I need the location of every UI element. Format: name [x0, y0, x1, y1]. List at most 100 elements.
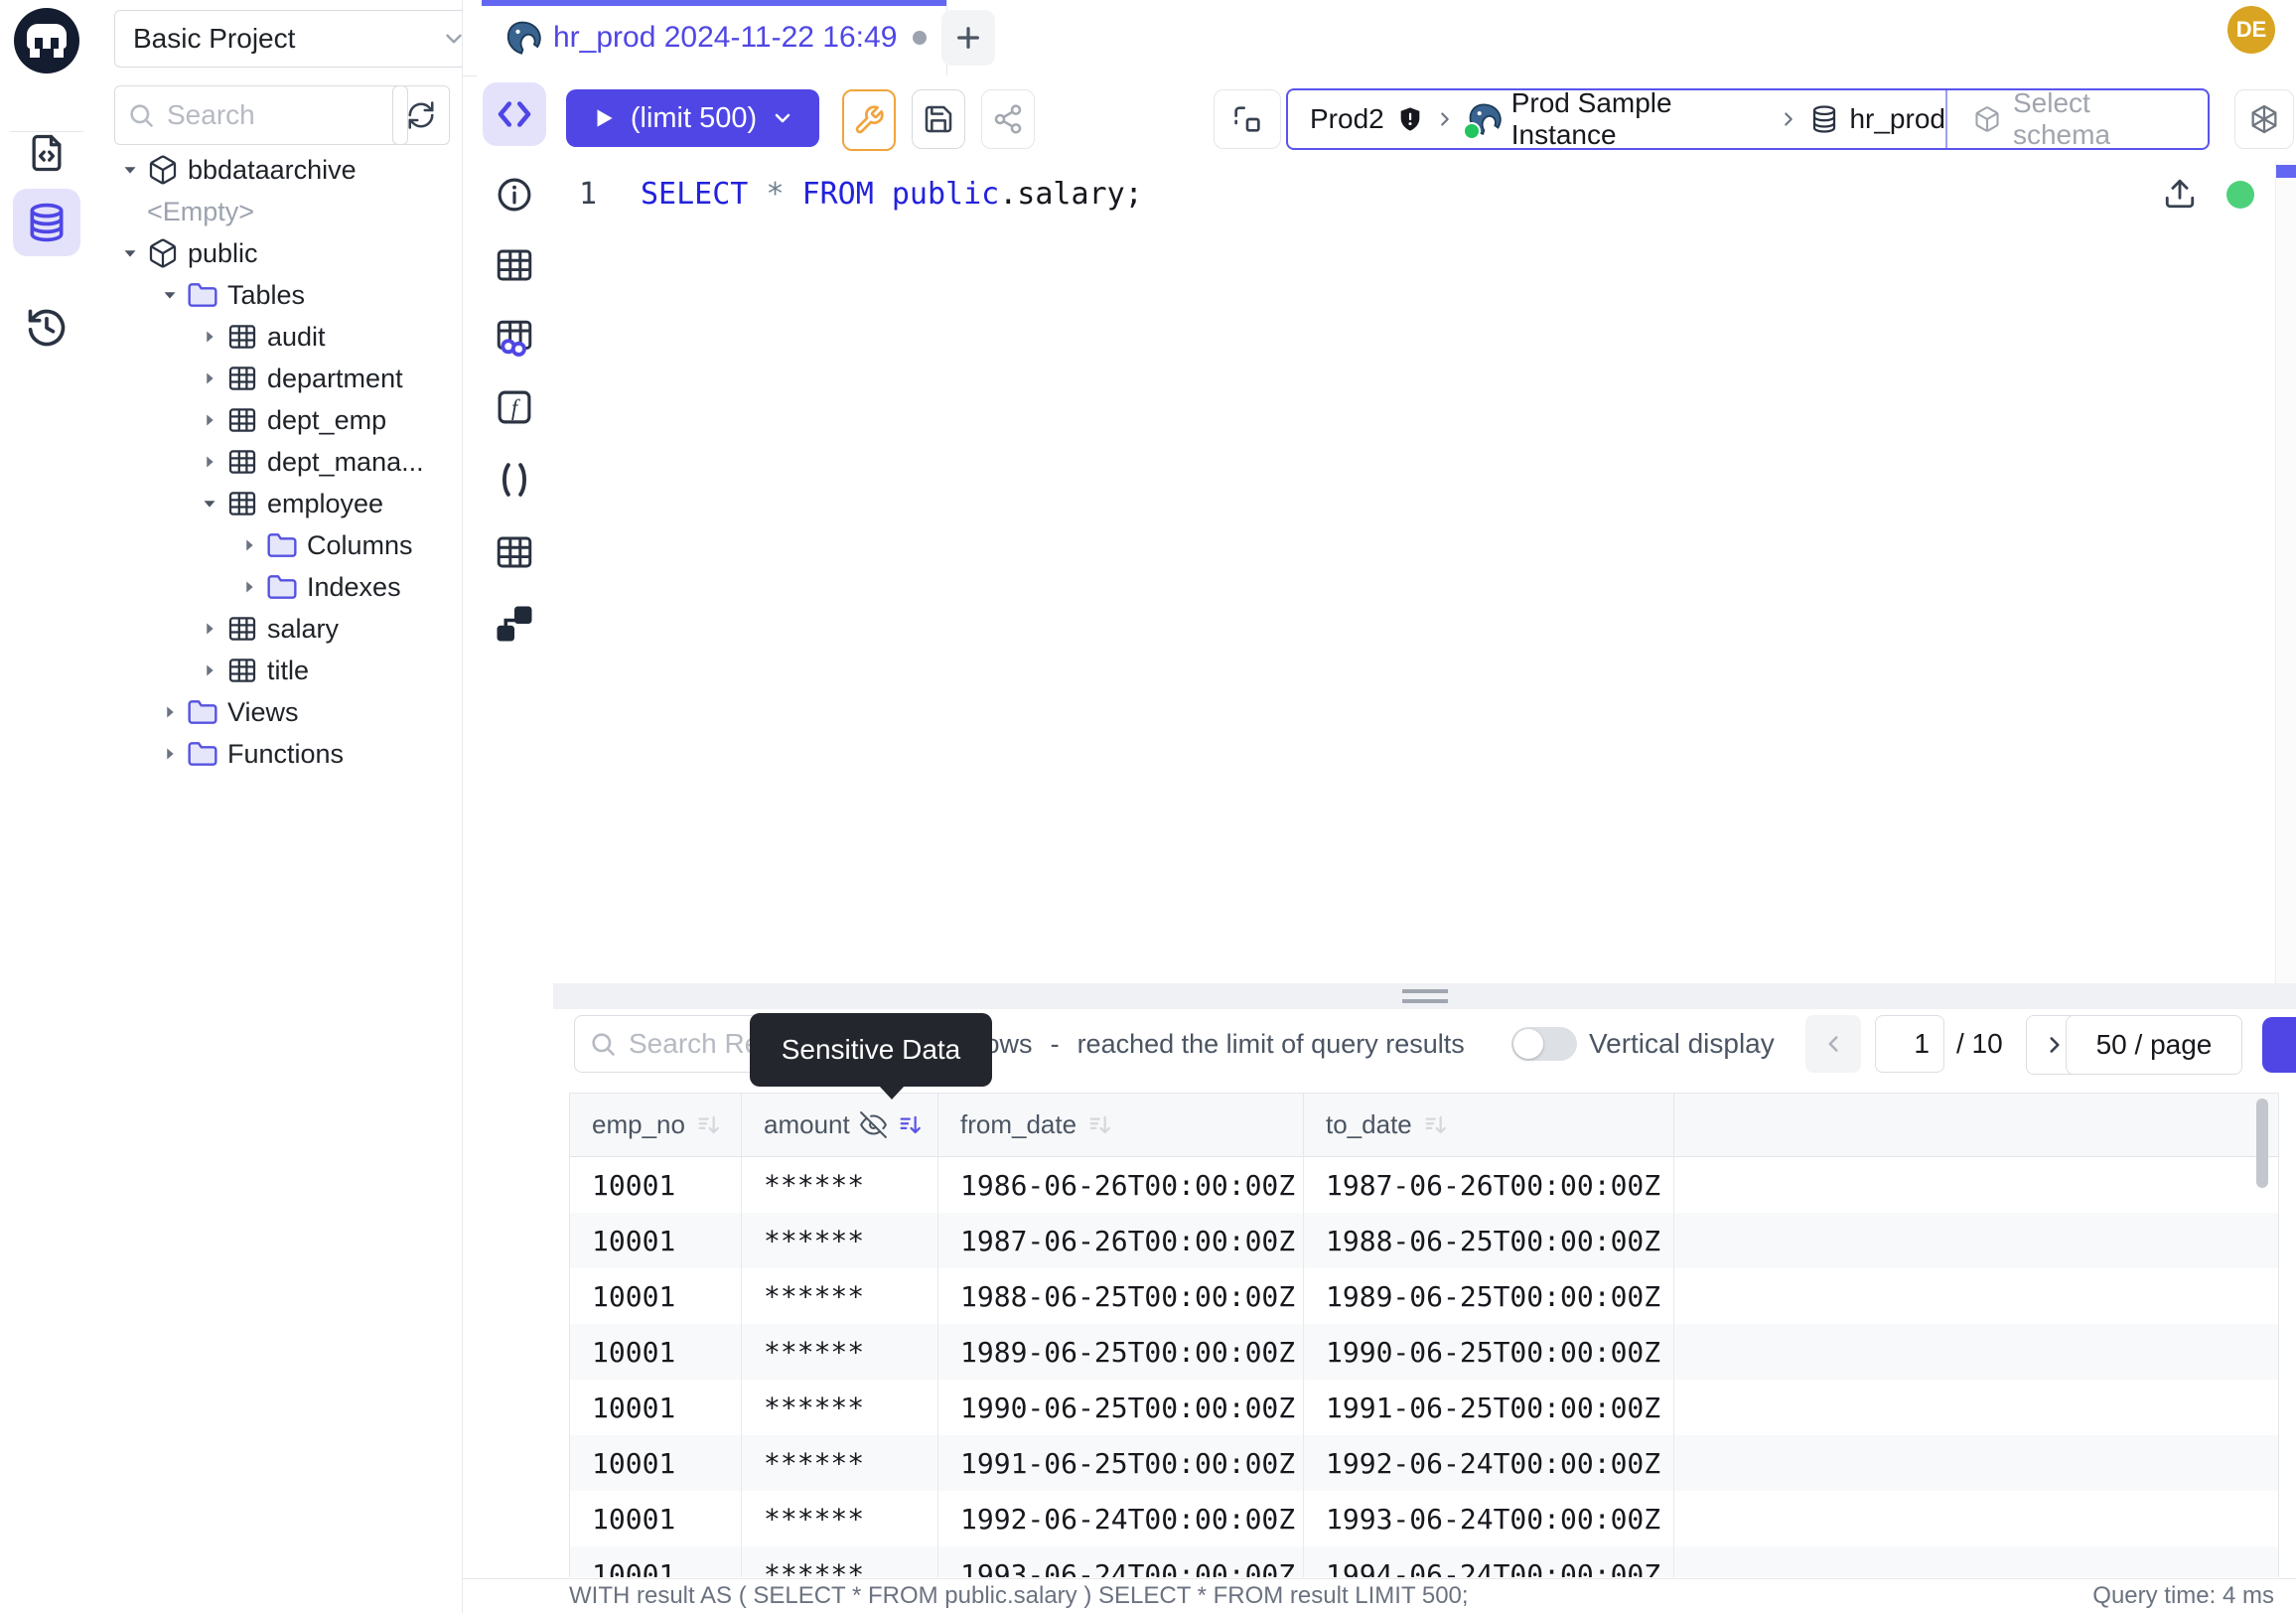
chevron-right-icon[interactable]: [199, 660, 220, 681]
editor-scrollbar[interactable]: [2275, 161, 2296, 983]
schema-diagram-panel-button[interactable]: [483, 592, 546, 656]
tree-item-views[interactable]: Views: [94, 691, 462, 733]
batch-query-button[interactable]: [1214, 89, 1281, 149]
sidebar-search: [114, 85, 408, 145]
chevron-right-icon[interactable]: [238, 534, 260, 556]
chevron-down-icon[interactable]: [119, 242, 141, 264]
chevron-down-icon[interactable]: [119, 159, 141, 181]
chevron-right-icon[interactable]: [199, 367, 220, 389]
column-header-emp_no[interactable]: emp_no: [570, 1094, 742, 1156]
tree-item-dept-mana[interactable]: dept_mana...: [94, 441, 462, 483]
tree-item-department[interactable]: department: [94, 358, 462, 399]
column-header-from_date[interactable]: from_date: [938, 1094, 1304, 1156]
database-nav-button[interactable]: [13, 189, 80, 256]
sql-editor[interactable]: 1SELECT * FROM public.salary;: [553, 161, 2296, 983]
column-header-amount[interactable]: amount: [742, 1094, 938, 1156]
editor-scrollbar-thumb[interactable]: [2276, 165, 2296, 178]
cell: 1992-06-24T00:00:00Z: [1304, 1435, 1674, 1491]
info-panel-button[interactable]: [483, 163, 546, 226]
tree-item-employee[interactable]: employee: [94, 483, 462, 524]
worksheet-file-nav-button[interactable]: [13, 119, 80, 187]
bytebase-logo-icon[interactable]: [14, 8, 79, 73]
run-query-button[interactable]: (limit 500): [566, 89, 819, 147]
chevron-right-icon[interactable]: [199, 409, 220, 431]
environment-label: Prod2: [1310, 103, 1384, 135]
sql-code-line: 1SELECT * FROM public.salary;: [575, 177, 1143, 212]
brackets-panel-button[interactable]: [483, 448, 546, 512]
share-icon: [992, 103, 1024, 135]
tree-item-bbdataarchive[interactable]: bbdataarchive: [94, 149, 462, 191]
cell: 1994-06-24T00:00:00Z: [1304, 1546, 1674, 1577]
code-panel-button[interactable]: [483, 82, 546, 146]
table-row[interactable]: 10001******1993-06-24T00:00:00Z1994-06-2…: [570, 1546, 2278, 1577]
chevron-down-icon[interactable]: [199, 493, 220, 514]
panel-splitter[interactable]: [553, 983, 2296, 1009]
tree-item-functions[interactable]: Functions: [94, 733, 462, 775]
cell: ******: [742, 1324, 938, 1380]
schema-select[interactable]: Select schema: [1945, 90, 2208, 148]
cell-filler: [1674, 1491, 2278, 1546]
sort-icon[interactable]: [695, 1111, 723, 1139]
export-button[interactable]: [2262, 1017, 2296, 1073]
page-number-input[interactable]: 1: [1875, 1015, 1944, 1073]
sensitive-data-tooltip: Sensitive Data: [750, 1013, 992, 1087]
chevron-right-icon: [1434, 108, 1456, 130]
chevron-right-icon[interactable]: [199, 326, 220, 348]
share-button[interactable]: [981, 89, 1035, 149]
results-table[interactable]: emp_noamountfrom_dateto_date 10001******…: [569, 1093, 2279, 1577]
sort-icon[interactable]: [1422, 1111, 1450, 1139]
tab-hr-prod[interactable]: hr_prod 2024-11-22 16:49: [482, 0, 947, 75]
tree-item-dept-emp[interactable]: dept_emp: [94, 399, 462, 441]
chevron-right-icon[interactable]: [199, 618, 220, 640]
table-scrollbar-thumb[interactable]: [2256, 1099, 2268, 1188]
tree-item-empty[interactable]: <Empty>: [94, 191, 462, 232]
history-nav-button[interactable]: [13, 294, 80, 362]
table-row[interactable]: 10001******1988-06-25T00:00:00Z1989-06-2…: [570, 1268, 2278, 1324]
tree-item-tables[interactable]: Tables: [94, 274, 462, 316]
table-row[interactable]: 10001******1987-06-26T00:00:00Z1988-06-2…: [570, 1213, 2278, 1268]
postgresql-icon: [503, 19, 541, 57]
table-row[interactable]: 10001******1990-06-25T00:00:00Z1991-06-2…: [570, 1380, 2278, 1435]
tree-item-salary[interactable]: salary: [94, 608, 462, 650]
admin-wrench-button[interactable]: [842, 89, 896, 151]
sidebar-search-input[interactable]: [165, 98, 395, 132]
chevron-down-icon[interactable]: [159, 284, 181, 306]
save-button[interactable]: [912, 89, 965, 149]
upload-icon[interactable]: [2163, 177, 2197, 211]
project-select[interactable]: Basic Project: [114, 10, 482, 68]
table-body: 10001******1986-06-26T00:00:00Z1987-06-2…: [570, 1157, 2278, 1577]
tree-item-indexes[interactable]: Indexes: [94, 566, 462, 608]
page-size-select[interactable]: 50 / page: [2066, 1015, 2242, 1075]
tree-item-audit[interactable]: audit: [94, 316, 462, 358]
prev-page-button[interactable]: [1805, 1015, 1861, 1073]
chevron-right-icon[interactable]: [159, 743, 181, 765]
refresh-button[interactable]: [392, 85, 450, 145]
table-row[interactable]: 10001******1992-06-24T00:00:00Z1993-06-2…: [570, 1491, 2278, 1546]
cell: 1989-06-25T00:00:00Z: [1304, 1268, 1674, 1324]
table-row[interactable]: 10001******1991-06-25T00:00:00Z1992-06-2…: [570, 1435, 2278, 1491]
connection-breadcrumb[interactable]: Prod2 Prod Sample Instance hr_prod Selec…: [1286, 88, 2210, 150]
table-relations-panel-button[interactable]: [483, 306, 546, 369]
wrench-icon: [853, 104, 885, 136]
table-panel-button[interactable]: [483, 233, 546, 297]
eye-off-icon[interactable]: [860, 1111, 887, 1138]
column-header-to_date[interactable]: to_date: [1304, 1094, 1674, 1156]
tree-item-columns[interactable]: Columns: [94, 524, 462, 566]
chevron-right-icon[interactable]: [199, 451, 220, 473]
ai-assistant-button[interactable]: [2234, 89, 2294, 149]
table-row[interactable]: 10001******1986-06-26T00:00:00Z1987-06-2…: [570, 1157, 2278, 1213]
sort-icon[interactable]: [897, 1111, 925, 1139]
vertical-display-toggle[interactable]: [1511, 1027, 1577, 1061]
data-table-panel-button[interactable]: [483, 520, 546, 584]
user-avatar[interactable]: DE: [2227, 6, 2275, 54]
sort-icon[interactable]: [1086, 1111, 1114, 1139]
chevron-right-icon[interactable]: [159, 701, 181, 723]
chevron-right-icon[interactable]: [238, 576, 260, 598]
function-panel-button[interactable]: f: [483, 375, 546, 439]
new-tab-button[interactable]: [941, 10, 995, 66]
play-icon: [591, 105, 617, 131]
cell: 1987-06-26T00:00:00Z: [1304, 1157, 1674, 1213]
tree-item-public[interactable]: public: [94, 232, 462, 274]
tree-item-title[interactable]: title: [94, 650, 462, 691]
table-row[interactable]: 10001******1989-06-25T00:00:00Z1990-06-2…: [570, 1324, 2278, 1380]
